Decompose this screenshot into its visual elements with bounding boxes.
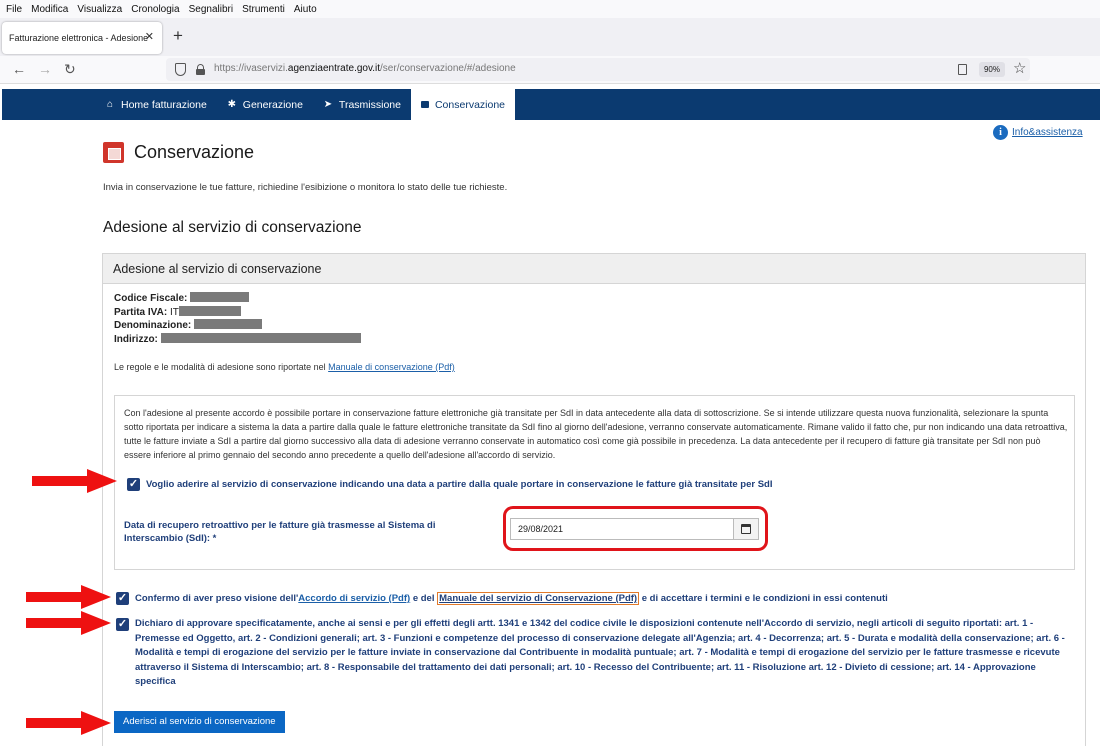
confirm-text: Confermo di aver preso visione dell'Acco… <box>135 592 888 605</box>
browser-tab[interactable]: Fatturazione elettronica - Adesione ✕ <box>2 22 162 54</box>
retroactive-checkbox-label: Voglio aderire al servizio di conservazi… <box>146 479 773 490</box>
bookmark-star-icon[interactable]: ☆ <box>1013 60 1026 78</box>
close-icon[interactable]: ✕ <box>145 30 154 43</box>
menu-file[interactable]: File <box>6 4 22 15</box>
retroactive-box: Con l'adesione al presente accordo è pos… <box>114 395 1075 570</box>
manuale-conservazione-link[interactable]: Manuale di conservazione (Pdf) <box>328 362 455 372</box>
approve-checkbox[interactable]: ✓ <box>116 618 129 631</box>
shield-icon[interactable] <box>175 63 186 76</box>
menu-cronologia[interactable]: Cronologia <box>131 4 179 15</box>
rules-label: Le regole e le modalità di adesione sono… <box>114 362 326 372</box>
page-title: Conservazione <box>134 142 255 162</box>
partita-iva-prefix: IT <box>169 306 179 318</box>
calendar-icon <box>741 524 751 534</box>
approve-text: Dichiaro di approvare specificatamente, … <box>135 618 1065 687</box>
panel-header: Adesione al servizio di conservazione <box>103 254 1085 284</box>
date-input[interactable]: 29/08/2021 <box>510 518 734 540</box>
date-label: Data di recupero retroattivo per le fatt… <box>124 520 436 544</box>
gear-icon: ✱ <box>227 98 236 110</box>
paper-plane-icon: ➤ <box>323 98 333 110</box>
section-title: Adesione al servizio di conservazione <box>103 219 362 236</box>
redacted-value <box>190 292 250 302</box>
confirm-checkbox-row[interactable]: ✓ Confermo di aver preso visione dell'Ac… <box>116 592 888 605</box>
lock-icon[interactable] <box>196 64 205 75</box>
menu-modifica[interactable]: Modifica <box>31 4 68 15</box>
redacted-value <box>160 332 361 343</box>
manuale-servizio-link[interactable]: Manuale del servizio di Conservazione (P… <box>437 592 640 605</box>
confirm-checkbox[interactable]: ✓ <box>116 592 129 605</box>
aderisci-button[interactable]: Aderisci al servizio di conservazione <box>114 711 285 733</box>
nav-generazione[interactable]: ✱ Generazione <box>217 89 313 120</box>
page-description: Invia in conservazione le tue fatture, r… <box>103 182 508 193</box>
confirm-mid: e del <box>410 593 438 604</box>
info-icon: i <box>993 125 1008 140</box>
new-tab-plus-icon[interactable]: + <box>173 27 183 45</box>
adesione-panel: Adesione al servizio di conservazione Co… <box>102 253 1086 746</box>
conservazione-page-icon <box>103 142 124 163</box>
codice-fiscale-row: Codice Fiscale: <box>114 292 361 306</box>
archive-box-icon <box>420 101 429 108</box>
url-bar[interactable]: https://ivaservizi.agenziaentrate.gov.it… <box>166 58 1030 81</box>
home-icon: ⌂ <box>106 98 114 110</box>
browser-menubar: File Modifica Visualizza Cronologia Segn… <box>0 0 1100 18</box>
approve-checkbox-row[interactable]: ✓ Dichiaro di approvare specificatamente… <box>116 618 1075 690</box>
denominazione-row: Denominazione: <box>114 319 361 333</box>
taxpayer-fields: Codice Fiscale: Partita IVA: IT Denomina… <box>114 292 361 346</box>
annotation-arrow <box>26 711 111 735</box>
accordo-servizio-link[interactable]: Accordo di servizio (Pdf) <box>298 593 410 604</box>
menu-segnalibri[interactable]: Segnalibri <box>189 4 233 15</box>
nav-label: Trasmissione <box>338 98 401 111</box>
zoom-level[interactable]: 90% <box>979 62 1005 77</box>
menu-visualizza[interactable]: Visualizza <box>77 4 122 15</box>
indirizzo-row: Indirizzo: <box>114 332 361 347</box>
nav-trasmissione[interactable]: ➤ Trasmissione <box>313 89 411 120</box>
annotation-arrow <box>26 611 111 635</box>
confirm-post: e di accettare i termini e le condizioni… <box>639 593 888 604</box>
info-assistenza[interactable]: i Info&assistenza <box>993 125 1083 140</box>
nav-label: Generazione <box>242 98 303 111</box>
browser-tabstrip: Fatturazione elettronica - Adesione ✕ + <box>0 18 1100 56</box>
menu-aiuto[interactable]: Aiuto <box>294 4 317 15</box>
menu-strumenti[interactable]: Strumenti <box>242 4 285 15</box>
url-domain: agenziaentrate.gov.it <box>287 63 381 74</box>
annotation-arrow <box>26 585 111 609</box>
reader-view-icon[interactable] <box>958 64 967 75</box>
reload-icon[interactable]: ↻ <box>64 61 76 77</box>
back-arrow-icon[interactable]: ← <box>12 61 26 77</box>
browser-navbar: ← → ↻ https://ivaservizi.agenziaentrate.… <box>0 56 1100 84</box>
partita-iva-row: Partita IVA: IT <box>114 305 361 320</box>
tab-title: Fatturazione elettronica - Adesione <box>9 33 149 43</box>
rules-text: Le regole e le modalità di adesione sono… <box>114 362 455 372</box>
url-path: /ser/conservazione/#/adesione <box>380 63 516 74</box>
nav-home-fatturazione[interactable]: ⌂ Home fatturazione <box>95 89 217 120</box>
url-text[interactable]: https://ivaservizi.agenziaentrate.gov.it… <box>214 63 516 74</box>
info-link[interactable]: Info&assistenza <box>1012 127 1083 138</box>
forward-arrow-icon[interactable]: → <box>38 61 52 77</box>
nav-label: Home fatturazione <box>121 98 207 111</box>
nav-conservazione[interactable]: Conservazione <box>410 89 516 120</box>
partita-iva-label: Partita IVA: <box>114 306 168 318</box>
annotation-arrow <box>32 469 117 493</box>
indirizzo-label: Indirizzo: <box>114 333 158 345</box>
retroactive-checkbox-row[interactable]: ✓ Voglio aderire al servizio di conserva… <box>127 478 772 491</box>
codice-fiscale-label: Codice Fiscale: <box>114 293 188 304</box>
nav-label: Conservazione <box>434 98 506 111</box>
denominazione-label: Denominazione: <box>114 320 192 331</box>
redacted-value <box>194 319 263 329</box>
redacted-value <box>178 305 241 316</box>
confirm-pre: Confermo di aver preso visione dell' <box>135 593 299 604</box>
calendar-button[interactable] <box>734 518 759 540</box>
url-prefix: https://ivaservizi. <box>214 63 288 74</box>
retroactive-checkbox[interactable]: ✓ <box>127 478 140 491</box>
site-nav: ⌂ Home fatturazione ✱ Generazione ➤ Tras… <box>2 89 1100 120</box>
retroactive-description: Con l'adesione al presente accordo è pos… <box>124 408 1068 460</box>
